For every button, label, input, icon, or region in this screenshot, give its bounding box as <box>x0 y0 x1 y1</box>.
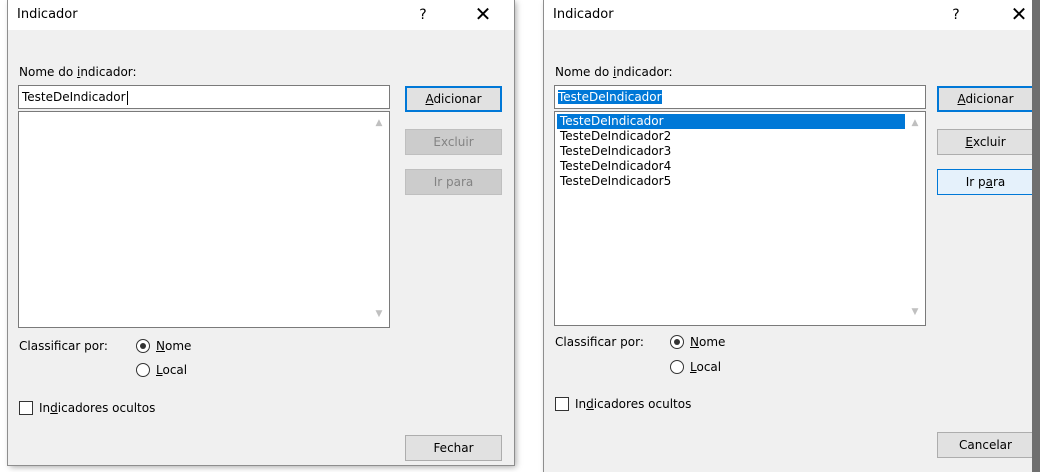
list-item[interactable]: TesteDeIndicador2 <box>557 129 905 144</box>
bookmark-name-input[interactable]: TesteDeIndicador <box>18 85 390 109</box>
sort-by-name-label: Nome <box>690 335 726 349</box>
add-button[interactable]: Adicionar <box>405 86 502 112</box>
sort-by-name-radio[interactable] <box>136 339 150 353</box>
bookmark-name-label: Nome do indicador: <box>19 65 137 79</box>
bookmark-list[interactable]: TesteDeIndicador TesteDeIndicador2 Teste… <box>554 111 926 326</box>
sort-by-name-radio[interactable] <box>670 335 684 349</box>
help-button[interactable]: ? <box>400 0 446 30</box>
bookmark-list[interactable]: ▲ ▼ <box>18 111 390 328</box>
add-button[interactable]: Adicionar <box>937 86 1034 112</box>
delete-button[interactable]: Excluir <box>405 129 502 155</box>
bookmark-dialog-populated: Indicador ? ✕ Nome do indicador: TesteDe… <box>544 0 1040 472</box>
go-to-button[interactable]: Ir para <box>937 169 1034 195</box>
title-bar: Indicador ? ✕ <box>544 0 1040 30</box>
help-button[interactable]: ? <box>933 0 979 30</box>
hidden-bookmarks-label: Indicadores ocultos <box>39 401 156 415</box>
sort-by-location-radio[interactable] <box>670 360 684 374</box>
title-bar: Indicador ? ✕ <box>8 0 514 30</box>
sort-by-label: Classificar por: <box>555 335 644 349</box>
scroll-up-arrow-icon[interactable]: ▲ <box>908 116 922 130</box>
sort-by-location-label: Local <box>156 363 188 377</box>
scroll-down-arrow-icon[interactable]: ▼ <box>908 305 922 319</box>
list-item[interactable]: TesteDeIndicador4 <box>557 159 905 174</box>
dialog-title: Indicador <box>17 7 78 22</box>
scroll-down-arrow-icon[interactable]: ▼ <box>372 307 386 321</box>
sort-by-location-label: Local <box>690 360 722 374</box>
sort-by-name-label: Nome <box>156 339 192 353</box>
text-caret <box>126 90 128 105</box>
delete-button[interactable]: Excluir <box>937 129 1034 155</box>
scroll-up-arrow-icon[interactable]: ▲ <box>372 116 386 130</box>
bookmark-dialog-empty: Indicador ? ✕ Nome do indicador: TesteDe… <box>8 0 514 465</box>
sort-by-location-radio[interactable] <box>136 363 150 377</box>
hidden-bookmarks-checkbox[interactable] <box>555 397 569 411</box>
cancel-button[interactable]: Cancelar <box>937 432 1034 458</box>
list-item[interactable]: TesteDeIndicador <box>557 114 905 129</box>
list-item[interactable]: TesteDeIndicador5 <box>557 174 905 189</box>
window-edge <box>1032 0 1040 472</box>
bookmark-list-items: TesteDeIndicador TesteDeIndicador2 Teste… <box>557 114 905 189</box>
close-button[interactable]: ✕ <box>460 0 506 30</box>
go-to-button[interactable]: Ir para <box>405 169 502 195</box>
hidden-bookmarks-checkbox[interactable] <box>19 401 33 415</box>
close-dialog-button[interactable]: Fechar <box>405 435 502 461</box>
bookmark-name-label: Nome do indicador: <box>555 65 673 79</box>
hidden-bookmarks-label: Indicadores ocultos <box>575 397 692 411</box>
bookmark-name-input[interactable]: TesteDeIndicador <box>554 85 926 109</box>
list-item[interactable]: TesteDeIndicador3 <box>557 144 905 159</box>
dialog-title: Indicador <box>553 7 614 22</box>
sort-by-label: Classificar por: <box>19 339 108 353</box>
